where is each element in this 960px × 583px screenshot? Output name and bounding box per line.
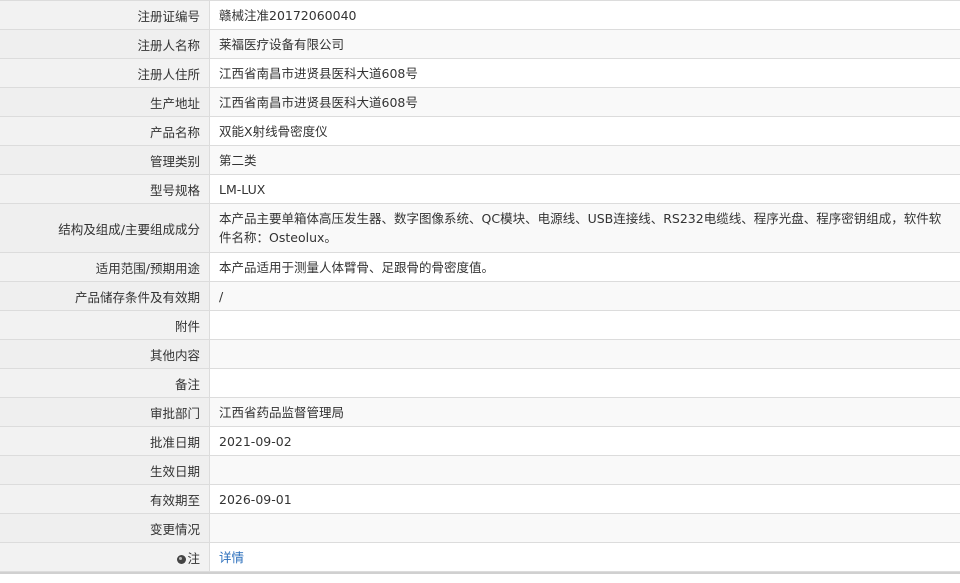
table-row: 型号规格 LM-LUX [0,174,960,204]
note-label-cell: 注 [0,542,210,572]
row-value: / [209,281,960,311]
row-label: 注册人住所 [0,58,210,88]
row-value [209,455,960,485]
table-row: 生效日期 [0,455,960,485]
table-row: 注册人住所 江西省南昌市进贤县医科大道608号 [0,58,960,88]
row-label: 管理类别 [0,145,210,175]
table-row: 注册人名称 莱福医疗设备有限公司 [0,29,960,59]
table-row: 备注 [0,368,960,398]
row-value: 江西省南昌市进贤县医科大道608号 [209,58,960,88]
row-label: 产品名称 [0,116,210,146]
table-row: 附件 [0,310,960,340]
row-value: 江西省南昌市进贤县医科大道608号 [209,87,960,117]
row-value [209,513,960,543]
row-value [209,339,960,369]
row-value: 第二类 [209,145,960,175]
bottom-divider [0,572,960,574]
registration-detail-table: 注册证编号 赣械注准20172060040 注册人名称 莱福医疗设备有限公司 注… [0,0,960,572]
row-label: 备注 [0,368,210,398]
row-label: 审批部门 [0,397,210,427]
table-row: 批准日期 2021-09-02 [0,426,960,456]
table-row: 结构及组成/主要组成成分 本产品主要单箱体高压发生器、数字图像系统、QC模块、电… [0,203,960,253]
table-row: 管理类别 第二类 [0,145,960,175]
row-label: 变更情况 [0,513,210,543]
row-value: 莱福医疗设备有限公司 [209,29,960,59]
row-value: 赣械注准20172060040 [209,0,960,30]
row-value: 2026-09-01 [209,484,960,514]
row-label: 生产地址 [0,87,210,117]
row-value [209,368,960,398]
table-row: 产品名称 双能X射线骨密度仪 [0,116,960,146]
table-row: 变更情况 [0,513,960,543]
row-label: 结构及组成/主要组成成分 [0,203,210,253]
row-value: 双能X射线骨密度仪 [209,116,960,146]
note-value-cell: 详情 [209,542,960,572]
info-icon [177,554,187,564]
table-row: 注册证编号 赣械注准20172060040 [0,0,960,30]
row-value: 本产品主要单箱体高压发生器、数字图像系统、QC模块、电源线、USB连接线、RS2… [209,203,960,253]
row-value: LM-LUX [209,174,960,204]
row-label: 生效日期 [0,455,210,485]
table-row: 产品储存条件及有效期 / [0,281,960,311]
row-value: 2021-09-02 [209,426,960,456]
row-label: 批准日期 [0,426,210,456]
details-link[interactable]: 详情 [219,550,244,565]
table-row: 其他内容 [0,339,960,369]
note-label: 注 [187,550,200,566]
row-label: 型号规格 [0,174,210,204]
row-label: 附件 [0,310,210,340]
table-row: 有效期至 2026-09-01 [0,484,960,514]
row-label: 注册证编号 [0,0,210,30]
table-row: 生产地址 江西省南昌市进贤县医科大道608号 [0,87,960,117]
row-value: 江西省药品监督管理局 [209,397,960,427]
row-label: 其他内容 [0,339,210,369]
row-value [209,310,960,340]
row-label: 产品储存条件及有效期 [0,281,210,311]
row-label: 注册人名称 [0,29,210,59]
table-row: 适用范围/预期用途 本产品适用于测量人体臂骨、足跟骨的骨密度值。 [0,252,960,282]
note-row: 注 详情 [0,542,960,572]
row-value: 本产品适用于测量人体臂骨、足跟骨的骨密度值。 [209,252,960,282]
row-label: 有效期至 [0,484,210,514]
row-label: 适用范围/预期用途 [0,252,210,282]
table-row: 审批部门 江西省药品监督管理局 [0,397,960,427]
